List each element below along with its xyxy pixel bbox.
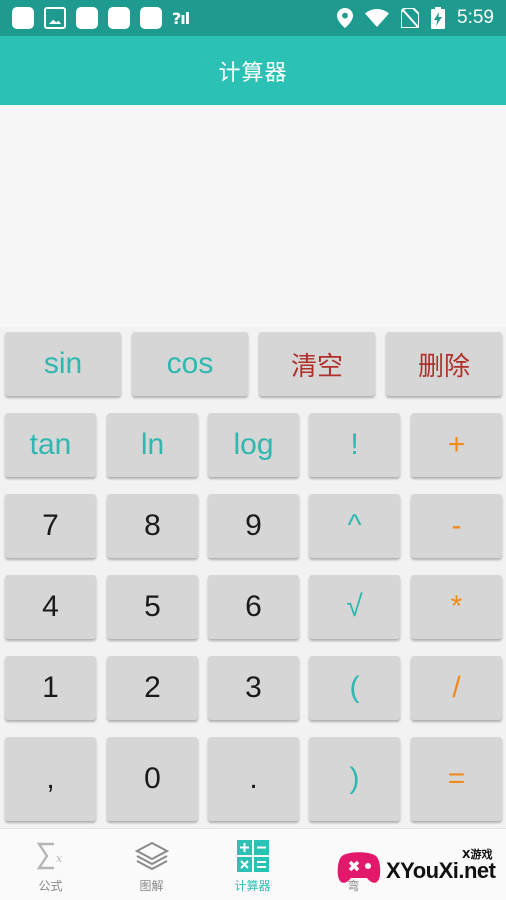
app-header: 计算器 xyxy=(0,36,506,105)
multiply-button[interactable]: * xyxy=(411,575,502,639)
power-button[interactable]: ^ xyxy=(309,494,400,558)
digit-7-button[interactable]: 7 xyxy=(5,494,96,558)
nav-label: 公式 xyxy=(38,879,63,893)
nav-item-calculator[interactable]: 计算器 xyxy=(202,829,303,900)
page-title: 计算器 xyxy=(218,60,288,86)
notification-icon xyxy=(140,7,162,29)
battery-charging-icon xyxy=(431,7,446,29)
notification-icon xyxy=(12,7,34,29)
notification-icons: ?ıl xyxy=(12,7,190,29)
keypad: sin cos 清空 删除 tan ln log ! + 7 8 9 ^ - 4… xyxy=(0,327,506,828)
clock: 5:59 xyxy=(457,7,494,28)
calculator-icon xyxy=(236,839,270,873)
nav-label: 图解 xyxy=(139,879,164,893)
watermark-big-text: XYouXi.net xyxy=(386,858,496,883)
cos-button[interactable]: cos xyxy=(132,332,248,396)
nav-label: 计算器 xyxy=(234,879,271,893)
nav-item-diagrams[interactable]: 图解 xyxy=(101,829,202,900)
ln-button[interactable]: ln xyxy=(107,413,198,477)
gamepad-logo-icon xyxy=(337,852,381,883)
digit-3-button[interactable]: 3 xyxy=(208,656,299,720)
image-icon xyxy=(44,7,66,29)
watermark: X游戏 XYouXi.net xyxy=(336,838,504,896)
open-paren-button[interactable]: ( xyxy=(309,656,400,720)
digit-2-button[interactable]: 2 xyxy=(107,656,198,720)
tan-button[interactable]: tan xyxy=(5,413,96,477)
signal-icon: ?ıl xyxy=(172,8,190,28)
plus-button[interactable]: + xyxy=(411,413,502,477)
sin-button[interactable]: sin xyxy=(5,332,121,396)
close-paren-button[interactable]: ) xyxy=(309,737,400,821)
notification-icon xyxy=(108,7,130,29)
nav-item-formulas[interactable]: x 公式 xyxy=(0,829,101,900)
digit-1-button[interactable]: 1 xyxy=(5,656,96,720)
status-bar: ?ıl 5:59 xyxy=(0,0,506,36)
digit-9-button[interactable]: 9 xyxy=(208,494,299,558)
divide-button[interactable]: / xyxy=(411,656,502,720)
sqrt-button[interactable]: √ xyxy=(309,575,400,639)
layers-icon xyxy=(134,839,169,873)
decimal-point-button[interactable]: . xyxy=(208,737,299,821)
location-icon xyxy=(337,8,354,28)
result-display xyxy=(0,105,506,327)
digit-8-button[interactable]: 8 xyxy=(107,494,198,558)
digit-0-button[interactable]: 0 xyxy=(107,737,198,821)
notification-icon xyxy=(76,7,98,29)
digit-6-button[interactable]: 6 xyxy=(208,575,299,639)
clear-button[interactable]: 清空 xyxy=(259,332,375,396)
log-button[interactable]: log xyxy=(208,413,299,477)
equals-button[interactable]: = xyxy=(411,737,502,821)
digit-5-button[interactable]: 5 xyxy=(107,575,198,639)
delete-button[interactable]: 删除 xyxy=(386,332,502,396)
no-sim-icon xyxy=(401,8,420,28)
system-icons: 5:59 xyxy=(337,7,494,29)
sigma-icon: x xyxy=(34,839,68,873)
minus-button[interactable]: - xyxy=(411,494,502,558)
comma-button[interactable]: , xyxy=(5,737,96,821)
factorial-button[interactable]: ! xyxy=(309,413,400,477)
digit-4-button[interactable]: 4 xyxy=(5,575,96,639)
wifi-icon xyxy=(365,9,390,27)
svg-text:x: x xyxy=(56,852,63,865)
